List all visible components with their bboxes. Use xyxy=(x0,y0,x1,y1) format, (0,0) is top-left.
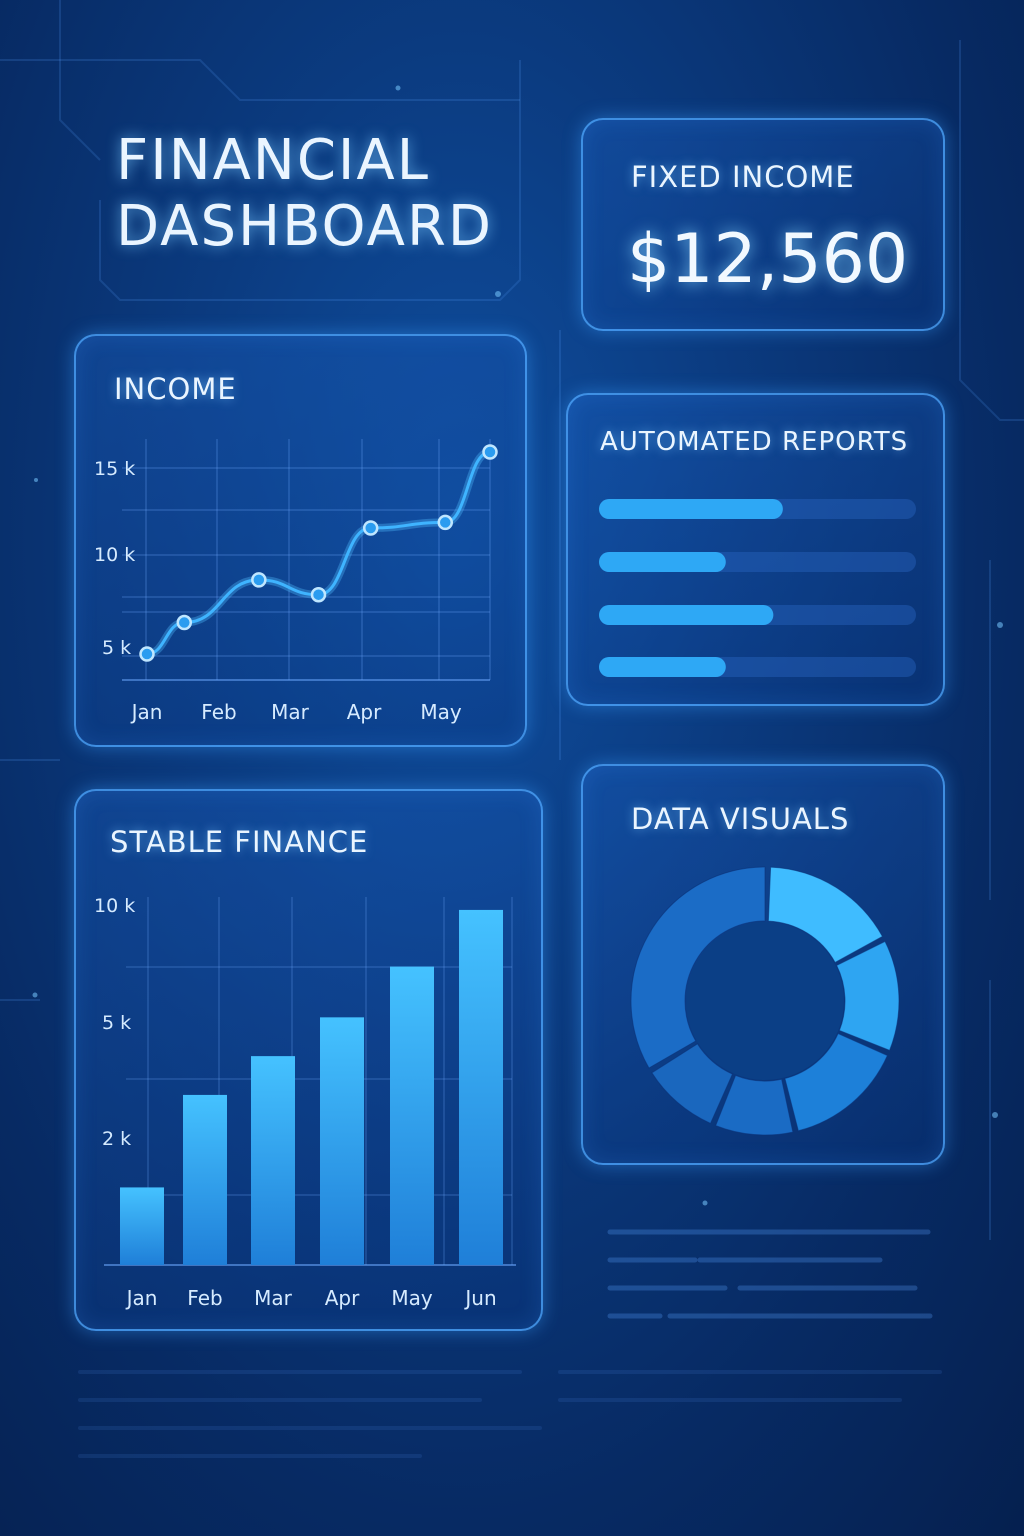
x-tick-label: May xyxy=(420,700,462,724)
x-tick-label: Feb xyxy=(187,1286,222,1310)
x-tick-label: Feb xyxy=(201,700,236,724)
data-point xyxy=(437,514,454,531)
page-title-line-1: FINANCIAL xyxy=(116,128,430,193)
y-tick-label: 5 k xyxy=(102,637,131,659)
data-point xyxy=(310,586,327,603)
fixed-income-value: $12,560 xyxy=(627,220,909,299)
y-tick-label: 10 k xyxy=(94,895,135,917)
bar-feb xyxy=(183,1094,227,1265)
income-chart-panel: INCOME 15 k 10 k 5 k Jan Feb Mar Apr May xyxy=(74,334,527,747)
income-line-chart: 15 k 10 k 5 k Jan Feb Mar Apr May xyxy=(94,439,498,724)
report-progress-fill xyxy=(599,605,774,625)
data-visuals-donut-chart xyxy=(630,866,900,1136)
data-visuals-panel: DATA VISUALS xyxy=(581,764,945,1165)
automated-reports-panel: AUTOMATED REPORTS xyxy=(566,393,945,706)
report-progress-fill xyxy=(599,552,726,572)
data-point xyxy=(482,444,498,460)
reports-progress-list xyxy=(599,499,916,677)
donut-slice xyxy=(835,940,900,1051)
x-tick-label: Mar xyxy=(271,700,310,724)
x-tick-label: Jan xyxy=(125,1286,158,1310)
page-title: FINANCIAL DASHBOARD xyxy=(116,128,493,260)
x-tick-label: Jan xyxy=(130,700,163,724)
y-tick-label: 15 k xyxy=(94,458,135,480)
bar-jun xyxy=(459,909,503,1265)
bar-jan xyxy=(120,1187,164,1265)
x-tick-label: Apr xyxy=(325,1286,360,1310)
data-point xyxy=(176,614,193,631)
y-tick-label: 2 k xyxy=(102,1128,131,1150)
stable-finance-panel: STABLE FINANCE 10 k 5 k 2 k Jan Feb Mar Apr… xyxy=(74,789,543,1331)
page-title-line-2: DASHBOARD xyxy=(116,194,493,259)
x-tick-label: Jun xyxy=(463,1286,496,1310)
stable-finance-bar-chart: 10 k 5 k 2 k Jan Feb Mar Apr May Jun xyxy=(94,895,516,1310)
donut-hole xyxy=(686,922,844,1080)
y-tick-label: 10 k xyxy=(94,544,135,566)
bar-may xyxy=(390,966,434,1265)
x-tick-label: Apr xyxy=(347,700,382,724)
fixed-income-card: FIXED INCOME $12,560 xyxy=(581,118,945,331)
data-point xyxy=(362,520,379,536)
bar-mar xyxy=(251,1056,295,1265)
report-progress-fill xyxy=(599,499,783,519)
data-point xyxy=(251,572,267,588)
bar-apr xyxy=(320,1017,364,1265)
y-tick-label: 5 k xyxy=(102,1012,131,1034)
x-tick-label: May xyxy=(391,1286,433,1310)
data-point xyxy=(139,646,155,662)
fixed-income-label: FIXED INCOME xyxy=(631,160,855,194)
report-progress-fill xyxy=(599,657,726,677)
x-tick-label: Mar xyxy=(254,1286,293,1310)
